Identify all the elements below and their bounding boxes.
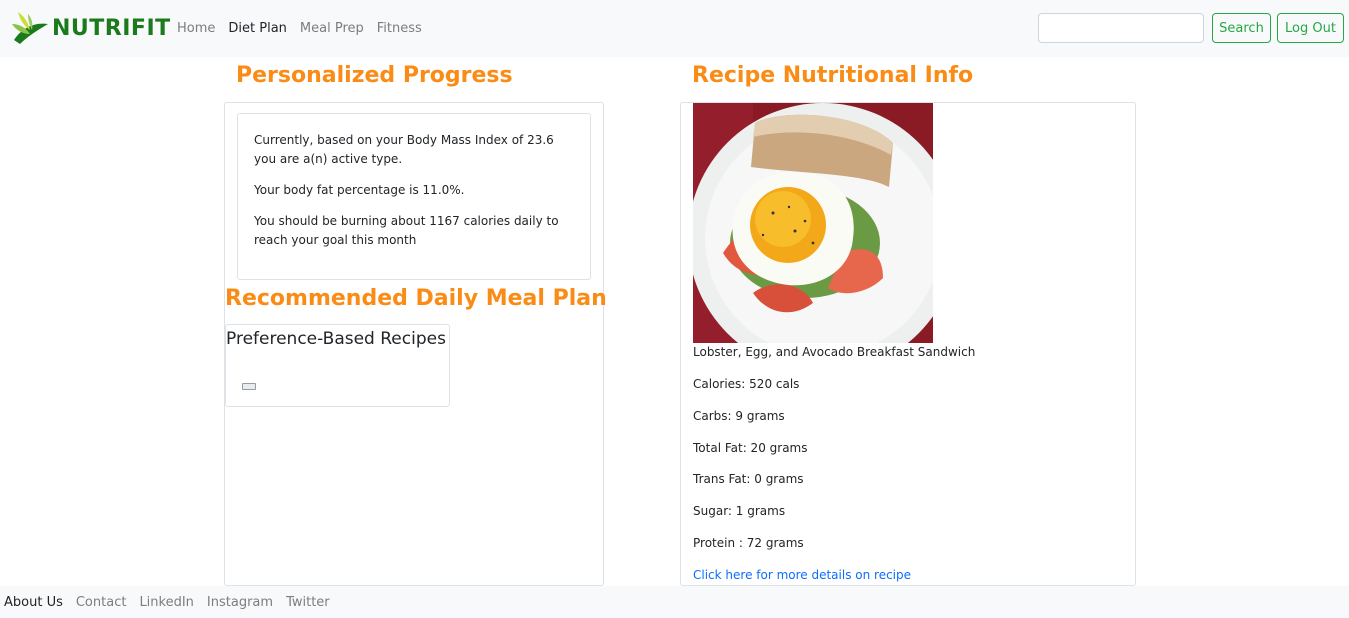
brand-name: NUTRIFIT	[52, 15, 171, 41]
brand-logo[interactable]: NUTRIFIT	[10, 10, 171, 46]
footer-instagram[interactable]: Instagram	[207, 595, 273, 610]
recipe-name: Lobster, Egg, and Avocado Breakfast Sand…	[693, 345, 976, 359]
recipe-total-fat: Total Fat: 20 grams	[693, 441, 808, 455]
recipe-carbs: Carbs: 9 grams	[693, 409, 785, 423]
bmi-text: Currently, based on your Body Mass Index…	[254, 133, 554, 166]
footer-linkedin[interactable]: LinkedIn	[139, 595, 193, 610]
search-input[interactable]	[1038, 13, 1204, 43]
footer: About Us Contact LinkedIn Instagram Twit…	[0, 586, 1349, 618]
footer-twitter[interactable]: Twitter	[286, 595, 330, 610]
recipe-trans-fat: Trans Fat: 0 grams	[693, 472, 804, 486]
progress-heading: Personalized Progress	[236, 63, 513, 88]
preference-recipes-card: Preference-Based Recipes	[225, 324, 450, 407]
logout-button[interactable]: Log Out	[1277, 13, 1344, 43]
search-button[interactable]: Search	[1212, 13, 1271, 43]
leaf-logo-icon	[12, 12, 48, 44]
body-fat-text: Your body fat percentage is 11.0%.	[254, 183, 465, 197]
meal-plan-heading: Recommended Daily Meal Plan	[225, 286, 607, 311]
nav-home[interactable]: Home	[177, 21, 215, 36]
preference-recipes-title: Preference-Based Recipes	[226, 329, 446, 349]
recipe-placeholder-button[interactable]	[242, 383, 256, 390]
recipe-heading: Recipe Nutritional Info	[692, 63, 974, 88]
nav-fitness[interactable]: Fitness	[377, 21, 422, 36]
nav-meal-prep[interactable]: Meal Prep	[300, 21, 364, 36]
recipe-protein: Protein : 72 grams	[693, 536, 804, 550]
nav-diet-plan[interactable]: Diet Plan	[228, 21, 287, 36]
recipe-sugar: Sugar: 1 grams	[693, 504, 786, 518]
main-nav: Home Diet Plan Meal Prep Fitness	[177, 21, 422, 36]
recipe-image	[693, 103, 933, 343]
footer-contact[interactable]: Contact	[76, 595, 127, 610]
recipe-details-link[interactable]: Click here for more details on recipe	[693, 568, 911, 582]
footer-nav: About Us Contact LinkedIn Instagram Twit…	[4, 595, 330, 610]
calorie-goal-text: You should be burning about 1167 calorie…	[254, 214, 559, 247]
progress-card: Currently, based on your Body Mass Index…	[237, 113, 591, 280]
recipe-calories: Calories: 520 cals	[693, 377, 800, 391]
top-navbar: NUTRIFIT Home Diet Plan Meal Prep Fitnes…	[0, 0, 1349, 57]
footer-about-us[interactable]: About Us	[4, 595, 63, 610]
